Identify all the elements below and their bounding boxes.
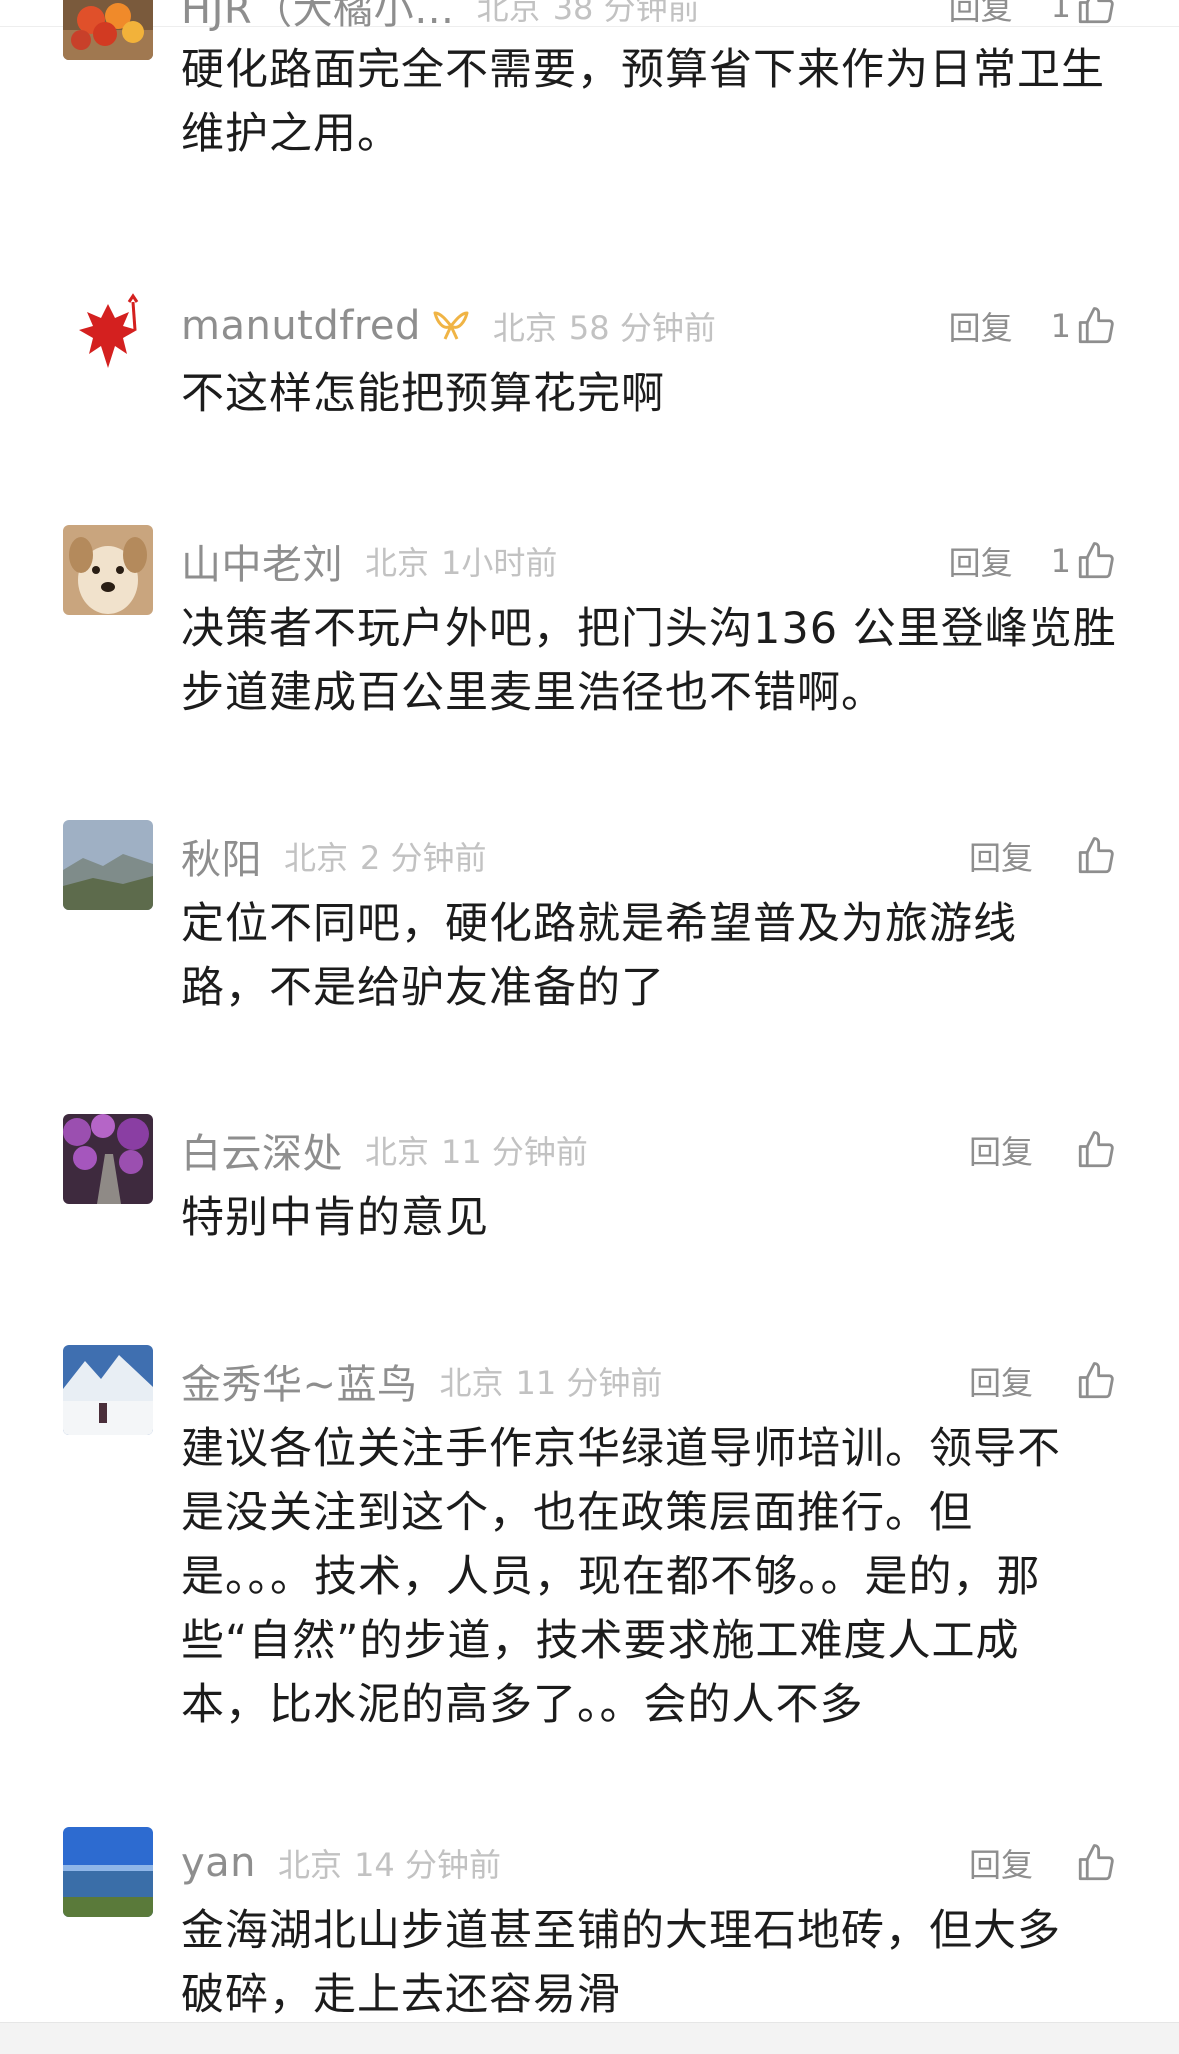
reply-button[interactable]: 回复	[969, 1840, 1033, 1886]
location: 北京	[284, 839, 349, 877]
thumbs-up-icon	[1078, 0, 1114, 24]
avatar[interactable]	[63, 1827, 153, 1917]
timestamp: 11 分钟前	[441, 1133, 588, 1171]
reply-button[interactable]: 回复	[969, 1358, 1033, 1404]
avatar[interactable]	[63, 820, 153, 910]
comment-text: 建议各位关注手作京华绿道导师培训。领导不是没关注到这个，也在政策层面推行。但是。…	[181, 1424, 1061, 1730]
like-count: 1	[1050, 307, 1071, 345]
comment-text: 定位不同吧，硬化路就是希望普及为旅游线路，不是给驴友准备的了	[181, 899, 1017, 1013]
comment-text: 硬化路面完全不需要，预算省下来作为日常卫生维护之用。	[181, 45, 1105, 159]
avatar[interactable]	[63, 1114, 153, 1204]
like-button[interactable]	[1071, 1360, 1117, 1402]
thumbs-up-icon	[1078, 542, 1114, 579]
timestamp: 1小时前	[441, 544, 558, 582]
location: 北京	[365, 1133, 430, 1171]
reply-button[interactable]: 回复	[949, 538, 1013, 584]
golden-ribbon-badge-icon	[431, 309, 471, 343]
username[interactable]: 白云深处	[181, 1121, 343, 1179]
thumbs-up-icon	[1078, 1362, 1114, 1399]
location: 北京	[365, 544, 430, 582]
like-button[interactable]: 1	[1051, 540, 1117, 582]
avatar[interactable]	[63, 0, 153, 60]
location: 北京	[439, 1364, 504, 1402]
like-button[interactable]	[1071, 1842, 1117, 1884]
snow-mountain-avatar	[63, 1345, 153, 1435]
username[interactable]: 秋阳	[181, 827, 262, 885]
reply-button[interactable]: 回复	[949, 0, 1013, 29]
timestamp: 2 分钟前	[360, 839, 487, 877]
location: 北京	[476, 0, 541, 27]
username[interactable]: 山中老刘	[181, 532, 343, 590]
like-count: 1	[1050, 542, 1071, 580]
thumbs-up-icon	[1078, 307, 1114, 344]
timestamp: 38 分钟前	[552, 0, 700, 27]
fruit-basket-avatar	[63, 0, 153, 60]
username[interactable]: manutdfred	[181, 303, 421, 349]
timestamp: 11 分钟前	[515, 1364, 663, 1402]
thumbs-up-icon	[1078, 1131, 1114, 1168]
thumbs-up-icon	[1078, 837, 1114, 874]
username[interactable]: 金秀华~蓝鸟	[181, 1352, 418, 1410]
bottom-bar	[0, 2022, 1179, 2054]
comment-text: 特别中肯的意见	[181, 1193, 489, 1243]
like-button[interactable]	[1071, 1129, 1117, 1171]
wisteria-path-avatar	[63, 1114, 153, 1204]
reply-button[interactable]: 回复	[969, 1127, 1033, 1173]
thumbs-up-icon	[1078, 1844, 1114, 1881]
comment-text: 金海湖北山步道甚至铺的大理石地砖，但大多破碎，走上去还容易滑	[181, 1906, 1061, 2020]
red-devil-avatar	[63, 290, 153, 380]
like-count: 1	[1050, 0, 1071, 25]
avatar[interactable]	[63, 525, 153, 615]
dog-face-avatar	[63, 525, 153, 615]
username[interactable]: yan	[181, 1840, 256, 1886]
reply-button[interactable]: 回复	[949, 303, 1013, 349]
location: 北京	[278, 1846, 343, 1884]
blue-lake-avatar	[63, 1827, 153, 1917]
timestamp: 58 分钟前	[568, 309, 716, 347]
hill-landscape-avatar	[63, 820, 153, 910]
avatar[interactable]	[63, 290, 153, 380]
reply-button[interactable]: 回复	[969, 833, 1033, 879]
avatar[interactable]	[63, 1345, 153, 1435]
like-button[interactable]: 1	[1051, 305, 1117, 347]
username[interactable]: HJR（大橘小…	[181, 0, 455, 35]
comment-text: 不这样怎能把预算花完啊	[181, 369, 665, 419]
location: 北京	[492, 309, 557, 347]
like-button[interactable]	[1071, 835, 1117, 877]
like-button[interactable]: 1	[1051, 0, 1117, 27]
timestamp: 14 分钟前	[354, 1846, 501, 1884]
comment-text: 决策者不玩户外吧，把门头沟136 公里登峰览胜步道建成百公里麦里浩径也不错啊。	[181, 604, 1117, 718]
